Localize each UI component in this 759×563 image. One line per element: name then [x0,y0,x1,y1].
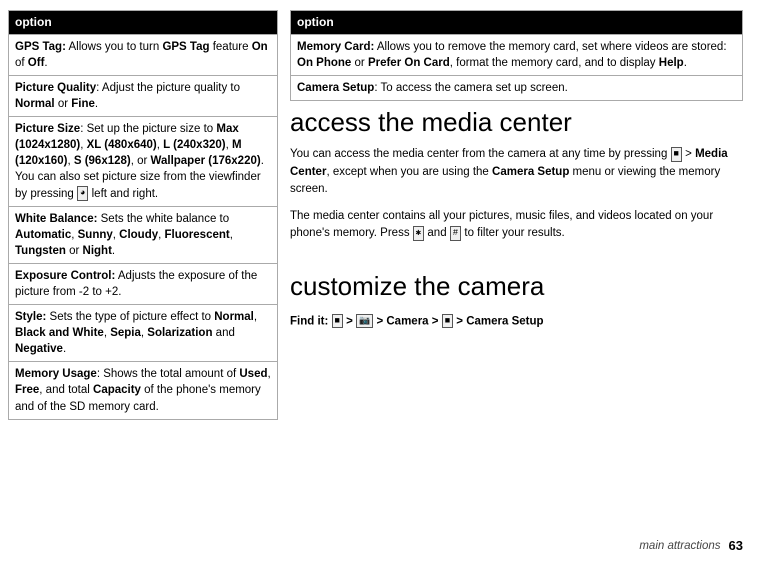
find-it-label: Find it: [290,315,328,327]
left-table-header: option [9,11,278,35]
picture-quality-normal: Normal [15,98,55,110]
picture-size-label: Picture Size [15,123,80,135]
left-option-table: option GPS Tag: Allows you to turn GPS T… [8,10,278,420]
style-normal: Normal [214,311,254,323]
camera-setup-label: Camera Setup [297,82,374,94]
picture-quality-fine: Fine [71,98,95,110]
picture-size-wallpaper: Wallpaper (176x220) [151,155,261,167]
wb-night: Night [83,245,112,257]
right-column: option Memory Card: Allows you to remove… [290,10,743,553]
picture-quality-row: Picture Quality: Adjust the picture qual… [9,75,278,116]
camera-setup-ref: Camera Setup [492,166,569,178]
gps-tag-feature: GPS Tag [162,41,209,53]
wb-fluorescent: Fluorescent [165,229,230,241]
style-label: Style: [15,311,46,323]
style-row: Style: Sets the type of picture effect t… [9,305,278,362]
picture-size-l: L (240x320) [163,139,225,151]
find-camera-setup-label: Camera Setup [466,315,543,327]
memory-on-phone: On Phone [297,57,351,69]
style-bw: Black and White [15,327,104,339]
right-option-table: option Memory Card: Allows you to remove… [290,10,743,101]
nav-icon: ◕ [77,186,88,201]
memory-usage-row: Memory Usage: Shows the total amount of … [9,362,278,419]
picture-size-row: Picture Size: Set up the picture size to… [9,117,278,206]
find-camera-label: Camera [386,315,428,327]
wb-automatic: Automatic [15,229,71,241]
menu-icon-1: ■ [671,147,682,162]
white-balance-label: White Balance: [15,213,97,225]
wb-cloudy: Cloudy [119,229,158,241]
find-camera-icon: 📷 [356,314,373,329]
style-solarization: Solarization [147,327,212,339]
gps-tag-row: GPS Tag: Allows you to turn GPS Tag feat… [9,34,278,75]
access-media-center-title: access the media center [290,107,743,138]
find-menu-icon-2: ■ [442,314,453,329]
memory-help: Help [659,57,684,69]
memory-card-row: Memory Card: Allows you to remove the me… [291,34,743,75]
right-table-header: option [291,11,743,35]
picture-size-xl: XL (480x640) [87,139,157,151]
access-media-center-para2: The media center contains all your pictu… [290,208,743,243]
customize-camera-title: customize the camera [290,271,743,302]
hash-icon: # [450,226,461,241]
memory-card-label: Memory Card: [297,41,374,53]
picture-size-s: S (96x128) [74,155,131,167]
style-negative: Negative [15,343,63,355]
left-column: option GPS Tag: Allows you to turn GPS T… [8,10,278,553]
find-it-line: Find it: ■ > 📷 > Camera > ■ > Camera Set… [290,314,743,329]
camera-setup-row: Camera Setup: To access the camera set u… [291,75,743,100]
white-balance-row: White Balance: Sets the white balance to… [9,206,278,263]
page-number: 63 [729,538,743,553]
memory-used: Used [239,368,267,380]
exposure-control-label: Exposure Control: [15,270,115,282]
memory-capacity: Capacity [93,384,141,396]
wb-sunny: Sunny [78,229,113,241]
memory-usage-label: Memory Usage [15,368,97,380]
gps-on: On [252,41,268,53]
find-menu-icon: ■ [332,314,343,329]
footer: main attractions 63 [290,530,743,553]
exposure-control-row: Exposure Control: Adjusts the exposure o… [9,263,278,304]
memory-free: Free [15,384,39,396]
wb-tungsten: Tungsten [15,245,66,257]
picture-quality-label: Picture Quality [15,82,96,94]
page-label: main attractions [639,540,720,552]
gps-tag-label: GPS Tag: [15,41,66,53]
right-wrapper: option Memory Card: Allows you to remove… [290,10,743,553]
style-sepia: Sepia [110,327,141,339]
star-icon: ✱ [413,226,424,241]
access-media-center-para1: You can access the media center from the… [290,146,743,198]
memory-prefer-card: Prefer On Card [368,57,450,69]
gps-off: Off [28,57,45,69]
